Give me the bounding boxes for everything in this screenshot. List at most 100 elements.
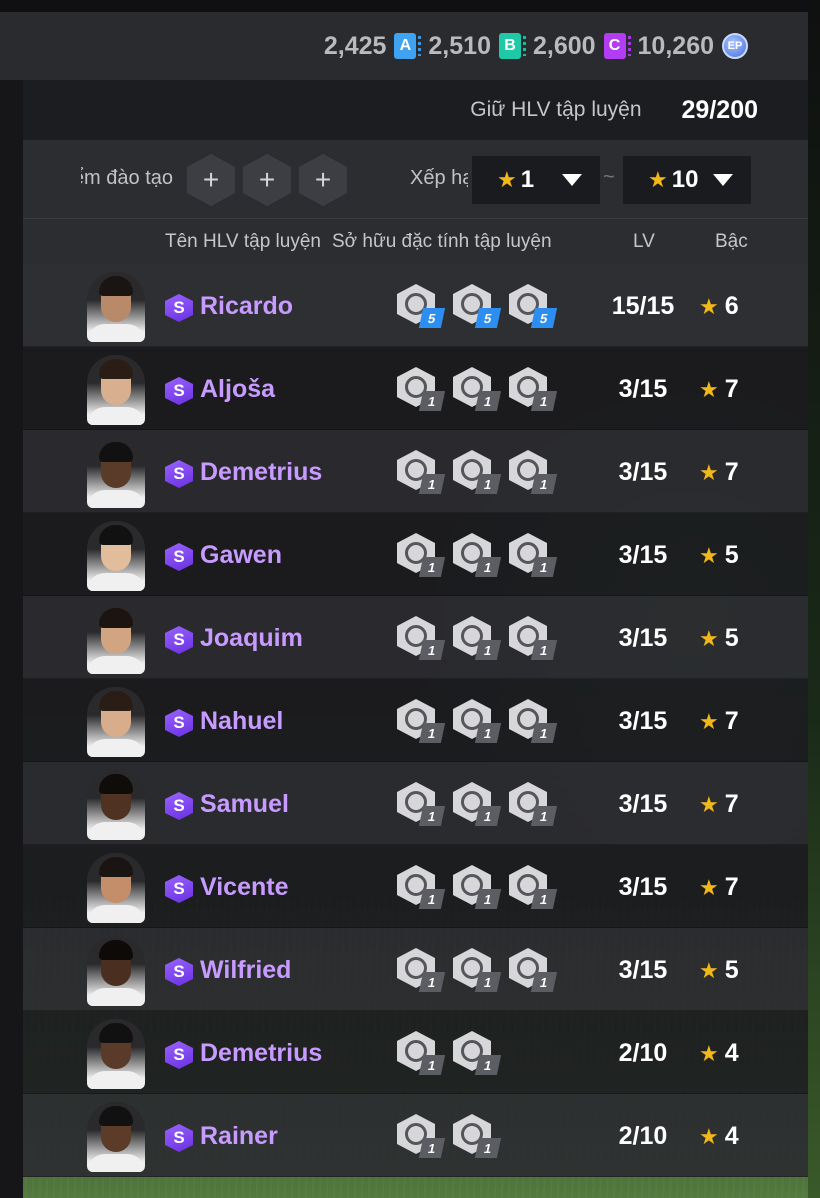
training-trait-icon[interactable]: 1 [397,533,446,577]
s-rank-badge-icon: S [165,294,193,322]
training-trait-icon[interactable]: 1 [509,865,558,909]
coach-level: 3/15 [618,375,668,403]
trait-list: 1 1 1 [397,948,558,992]
s-rank-badge-icon: S [165,1041,193,1069]
trait-level-badge: 1 [530,806,558,826]
coach-grade: ★ 5 [699,956,739,985]
training-trait-icon[interactable]: 1 [397,1031,446,1075]
training-trait-icon[interactable]: 1 [397,865,446,909]
training-trait-icon[interactable]: 5 [509,284,558,328]
coach-grade-value: 4 [724,1039,739,1067]
trait-level-badge: 1 [530,972,558,992]
training-trait-icon[interactable]: 1 [453,533,502,577]
coach-grade: ★ 4 [699,1039,739,1068]
star-icon: ★ [699,460,719,485]
training-trait-icon[interactable]: 5 [397,284,446,328]
star-icon: ★ [699,1041,719,1066]
column-name-header[interactable]: Tên HLV tập luyện [165,231,321,253]
column-grade-header[interactable]: Bậc [715,231,748,253]
avatar-hair [99,691,133,711]
trait-level-badge: 1 [418,391,446,411]
coach-grade-value: 5 [724,541,739,569]
coach-grade-value: 7 [724,707,739,735]
coach-row[interactable]: S Gawen 1 1 1 3/15 ★ 5 [23,513,808,596]
training-trait-icon[interactable]: 1 [453,782,502,826]
training-trait-icon[interactable]: 1 [397,450,446,494]
training-trait-icon[interactable]: 1 [397,616,446,660]
min-rank-select[interactable]: ★ 1 [472,156,600,204]
training-trait-icon[interactable]: 1 [509,450,558,494]
max-rank-select[interactable]: ★ 10 [623,156,751,204]
column-lv-header[interactable]: LV [633,231,655,253]
training-trait-icon[interactable]: 1 [453,948,502,992]
coach-grade: ★ 7 [699,458,739,487]
training-trait-icon[interactable]: 1 [453,367,502,411]
training-trait-icon[interactable]: 1 [453,1114,502,1158]
training-trait-icon[interactable]: 1 [397,367,446,411]
avatar-hair [99,774,133,794]
s-rank-badge-icon: S [165,792,193,820]
training-trait-icon[interactable]: 1 [397,782,446,826]
trait-level-badge: 1 [530,723,558,743]
coach-grade-value: 7 [724,375,739,403]
training-trait-icon[interactable]: 1 [397,1114,446,1158]
training-trait-icon[interactable]: 1 [509,948,558,992]
add-training-slot-3-button[interactable]: + [299,154,347,206]
chevron-down-icon [713,174,733,186]
trait-level-badge: 1 [474,640,502,660]
coach-avatar [87,687,145,757]
training-trait-icon[interactable]: 1 [453,616,502,660]
coach-grade-value: 5 [724,956,739,984]
s-rank-badge-icon: S [165,958,193,986]
star-icon: ★ [699,626,719,651]
training-trait-icon[interactable]: 1 [509,782,558,826]
training-trait-icon[interactable]: 1 [453,1031,502,1075]
add-training-slot-1-button[interactable]: + [187,154,235,206]
trait-level-badge: 1 [418,640,446,660]
coach-avatar [87,272,145,342]
training-trait-icon[interactable]: 1 [509,616,558,660]
coach-row[interactable]: S Aljoša 1 1 1 3/15 ★ 7 [23,347,808,430]
coach-row[interactable]: S Demetrius 1 1 1 3/15 ★ 7 [23,430,808,513]
trait-level-badge: 1 [418,806,446,826]
avatar-shirt [87,656,145,674]
currency-c-icon: C [603,33,631,59]
training-trait-icon[interactable]: 1 [453,865,502,909]
trait-level-badge: 1 [474,1055,502,1075]
chevron-down-icon [562,174,582,186]
add-training-slot-2-button[interactable]: + [243,154,291,206]
training-trait-icon[interactable]: 1 [509,367,558,411]
s-rank-badge-icon: S [165,1124,193,1152]
avatar-hair [99,442,133,462]
min-rank-value: 1 [520,166,535,193]
trait-level-badge: 5 [530,308,558,328]
coach-level: 3/15 [618,541,668,569]
s-rank-badge-icon: S [165,875,193,903]
coach-row[interactable]: S Nahuel 1 1 1 3/15 ★ 7 [23,679,808,762]
training-trait-icon[interactable]: 1 [509,699,558,743]
avatar-hair [99,857,133,877]
coach-grade-value: 6 [724,292,739,320]
trait-level-badge: 5 [474,308,502,328]
training-trait-icon[interactable]: 1 [453,450,502,494]
coach-avatar [87,355,145,425]
training-trait-icon[interactable]: 5 [453,284,502,328]
training-trait-icon[interactable]: 1 [453,699,502,743]
coach-row[interactable]: S Demetrius 1 1 2/10 ★ 4 [23,1011,808,1094]
trait-level-badge: 1 [418,1055,446,1075]
coach-row[interactable]: S Wilfried 1 1 1 3/15 ★ 5 [23,928,808,1011]
training-trait-icon[interactable]: 1 [397,699,446,743]
coach-row[interactable]: S Rainer 1 1 2/10 ★ 4 [23,1094,808,1177]
coach-row[interactable]: S Vicente 1 1 1 3/15 ★ 7 [23,845,808,928]
training-trait-icon[interactable]: 1 [509,533,558,577]
coach-row[interactable]: S Joaquim 1 1 1 3/15 ★ 5 [23,596,808,679]
s-rank-badge-icon: S [165,543,193,571]
avatar-shirt [87,490,145,508]
star-icon: ★ [699,792,719,817]
coach-row[interactable]: S Ricardo 5 5 5 15/15 ★ 6 [23,264,808,347]
coach-name: Rainer [200,1122,278,1150]
coach-row[interactable]: S Samuel 1 1 1 3/15 ★ 7 [23,762,808,845]
star-icon: ★ [699,875,719,900]
avatar-shirt [87,822,145,840]
training-trait-icon[interactable]: 1 [397,948,446,992]
